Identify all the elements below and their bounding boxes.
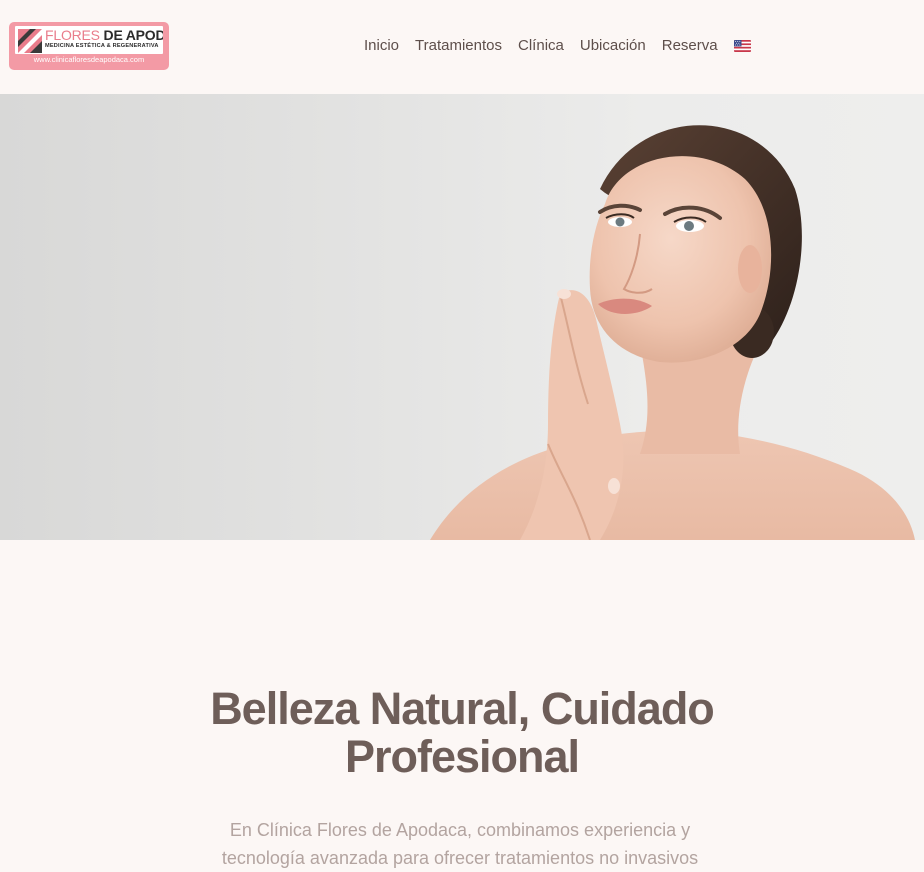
logo-name: FLORES DE APODACA <box>45 27 163 43</box>
nav-item-reserva[interactable]: Reserva <box>662 35 718 57</box>
logo-url: www.clinicafloresdeapodaca.com <box>33 55 145 64</box>
nav-item-tratamientos[interactable]: Tratamientos <box>415 35 502 57</box>
main-nav: Inicio Tratamientos Clínica Ubicación Re… <box>364 35 751 57</box>
intro-line2: tecnología avanzada para ofrecer tratami… <box>221 848 699 868</box>
logo-badge: FLORES DE APODACA MEDICINA ESTÉTICA & RE… <box>15 26 163 54</box>
nav-item-ubicacion[interactable]: Ubicación <box>580 35 646 57</box>
nav-item-clinica[interactable]: Clínica <box>518 35 564 57</box>
logo-tagline: MEDICINA ESTÉTICA & REGENERATIVA <box>45 43 159 49</box>
intro-paragraph: En Clínica Flores de Apodaca, combinamos… <box>180 816 740 872</box>
nav-item-inicio[interactable]: Inicio <box>364 35 399 57</box>
section-heading-line2: Profesional <box>344 731 580 782</box>
logo-mark-icon <box>18 29 42 53</box>
us-flag-icon[interactable] <box>733 40 751 52</box>
hero-banner <box>0 94 924 540</box>
intro-line1: En Clínica Flores de Apodaca, combinamos… <box>229 820 691 840</box>
section-heading-line1: Belleza Natural, Cuidado <box>210 683 715 734</box>
section-heading: Belleza Natural, Cuidado Profesional <box>0 685 924 781</box>
woman-touching-face-photo <box>430 125 915 540</box>
site-header: FLORES DE APODACA MEDICINA ESTÉTICA & RE… <box>0 0 924 94</box>
brand-logo[interactable]: FLORES DE APODACA MEDICINA ESTÉTICA & RE… <box>9 22 169 70</box>
